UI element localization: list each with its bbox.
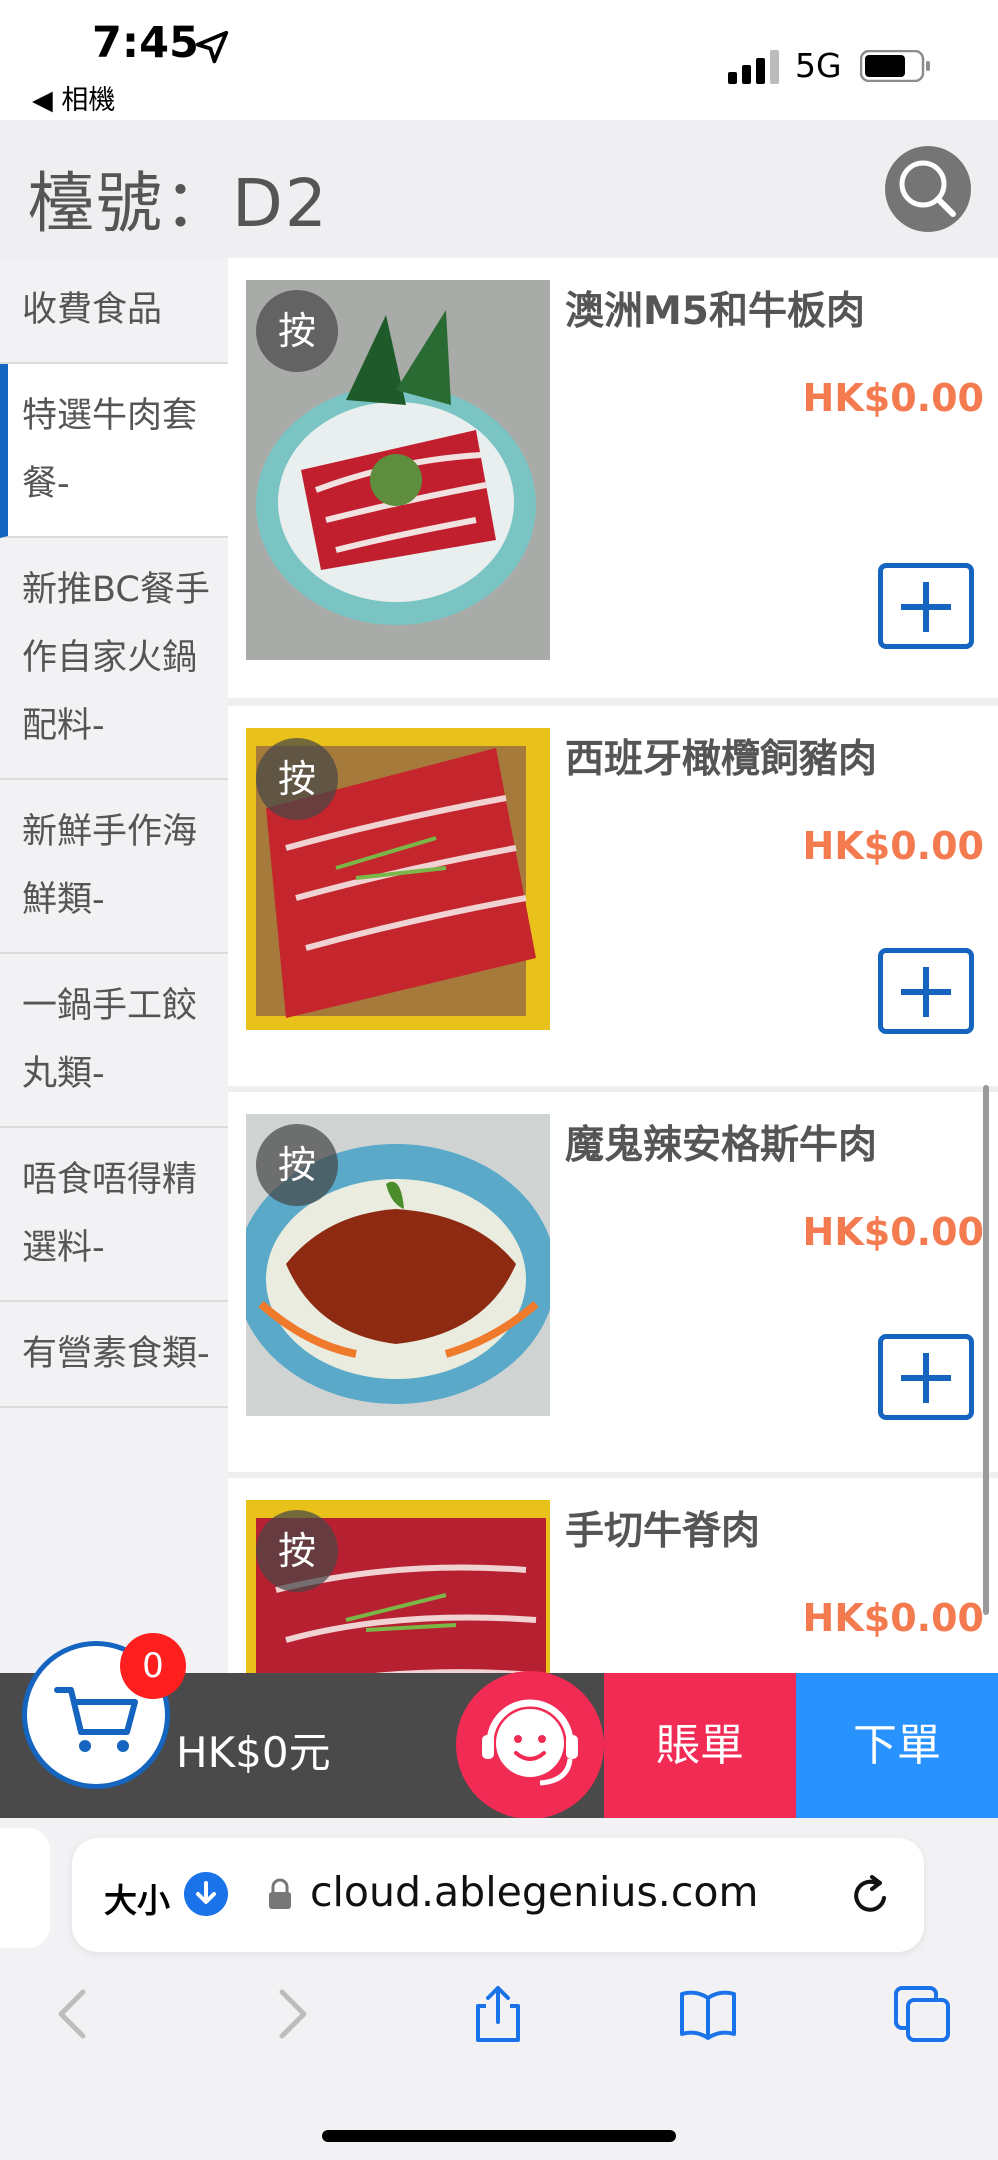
- browser-chrome: 大小 cloud.ablegenius.com: [0, 1818, 998, 2160]
- text-size-button[interactable]: 大小: [104, 1874, 170, 1922]
- headset-smiley-icon: [482, 1699, 578, 1786]
- category-label: 唔食唔得精選料-: [22, 1160, 198, 1268]
- category-label: 新推BC餐手作自家火鍋配料-: [22, 570, 210, 746]
- address-bar[interactable]: 大小 cloud.ablegenius.com: [72, 1838, 924, 1952]
- status-bar: 7:45 ◀ 相機 5G: [0, 0, 998, 120]
- bookmarks-icon[interactable]: [678, 1984, 738, 2044]
- product-card: 按 西班牙橄欖飼豬肉 HK$0.00: [228, 706, 998, 1086]
- customer-service-button[interactable]: [456, 1671, 604, 1819]
- bill-button[interactable]: 賬單: [604, 1673, 796, 1818]
- category-label: 新鮮手作海鮮類-: [22, 812, 198, 920]
- list-scrollbar[interactable]: [983, 1085, 989, 1615]
- add-to-cart-button[interactable]: [878, 563, 974, 649]
- product-list: 按 澳洲M5和牛板肉 HK$0.00 按 西班牙橄欖飼豬肉 HK$0.00 按 …: [228, 258, 998, 1673]
- product-price: HK$0.00: [802, 1596, 984, 1640]
- product-price: HK$0.00: [802, 376, 984, 420]
- category-item-seafood[interactable]: 新鮮手作海鮮類-: [0, 780, 228, 954]
- search-icon: [899, 160, 956, 217]
- lock-icon: [269, 1878, 291, 1909]
- category-item-dumplings[interactable]: 一鍋手工餃丸類-: [0, 954, 228, 1128]
- home-indicator: [322, 2130, 676, 2142]
- cart-total: HK$0元: [176, 1728, 331, 1777]
- product-card: 按 魔鬼辣安格斯牛肉 HK$0.00: [228, 1092, 998, 1472]
- back-to-app-link[interactable]: ◀ 相機: [32, 78, 115, 117]
- product-card: 按 澳洲M5和牛板肉 HK$0.00: [228, 258, 998, 698]
- product-image[interactable]: 按: [246, 280, 550, 660]
- category-label: 收費食品: [22, 290, 163, 330]
- battery-icon: [860, 50, 930, 82]
- cellular-signal-icon: [728, 50, 779, 84]
- page-header: 檯號：D2: [0, 120, 998, 258]
- product-card: 按 手切牛脊肉 HK$0.00: [228, 1478, 998, 1673]
- network-type: 5G: [795, 46, 842, 85]
- category-item-paid-food[interactable]: 收費食品: [0, 258, 228, 364]
- product-image[interactable]: 按: [246, 1500, 550, 1673]
- url-text: cloud.ablegenius.com: [310, 1868, 759, 1916]
- category-item-vegetarian[interactable]: 有營素食類-: [0, 1302, 228, 1408]
- table-number-title: 檯號：D2: [28, 165, 329, 242]
- category-item-bc-hotpot[interactable]: 新推BC餐手作自家火鍋配料-: [0, 538, 228, 780]
- order-action-bar: 0 HK$0元 賬單 下單: [0, 1633, 998, 1819]
- share-icon[interactable]: [468, 1984, 528, 2044]
- category-label: 有營素食類-: [22, 1334, 210, 1374]
- category-label: 一鍋手工餃丸類-: [22, 986, 198, 1094]
- category-item-beef-set[interactable]: 特選牛肉套餐-: [0, 364, 228, 538]
- reload-icon[interactable]: [848, 1872, 894, 1918]
- product-price: HK$0.00: [802, 824, 984, 868]
- product-image[interactable]: 按: [246, 728, 550, 1030]
- press-tag: 按: [256, 1124, 338, 1206]
- category-item-selected[interactable]: 唔食唔得精選料-: [0, 1128, 228, 1302]
- category-label: 特選牛肉套餐-: [22, 396, 198, 504]
- location-arrow-icon: [195, 30, 229, 64]
- product-name: 澳洲M5和牛板肉: [565, 289, 865, 334]
- tabs-icon[interactable]: [892, 1984, 952, 2044]
- status-time: 7:45: [92, 18, 199, 68]
- add-to-cart-button[interactable]: [878, 1334, 974, 1420]
- category-sidebar: 收費食品 特選牛肉套餐- 新推BC餐手作自家火鍋配料- 新鮮手作海鮮類- 一鍋手…: [0, 258, 228, 1673]
- add-to-cart-button[interactable]: [878, 948, 974, 1034]
- cart-count-badge: 0: [120, 1633, 186, 1699]
- forward-icon[interactable]: [260, 1984, 320, 2044]
- press-tag: 按: [256, 738, 338, 820]
- back-icon[interactable]: [45, 1984, 105, 2044]
- download-icon[interactable]: [184, 1872, 228, 1916]
- press-tag: 按: [256, 1510, 338, 1592]
- place-order-button[interactable]: 下單: [796, 1673, 998, 1818]
- product-name: 手切牛脊肉: [565, 1509, 761, 1554]
- press-tag: 按: [256, 290, 338, 372]
- product-name: 西班牙橄欖飼豬肉: [565, 737, 878, 782]
- product-price: HK$0.00: [802, 1210, 984, 1254]
- search-button[interactable]: [885, 146, 971, 232]
- product-image[interactable]: 按: [246, 1114, 550, 1416]
- product-name: 魔鬼辣安格斯牛肉: [565, 1123, 878, 1168]
- previous-tab-preview[interactable]: [0, 1828, 50, 1948]
